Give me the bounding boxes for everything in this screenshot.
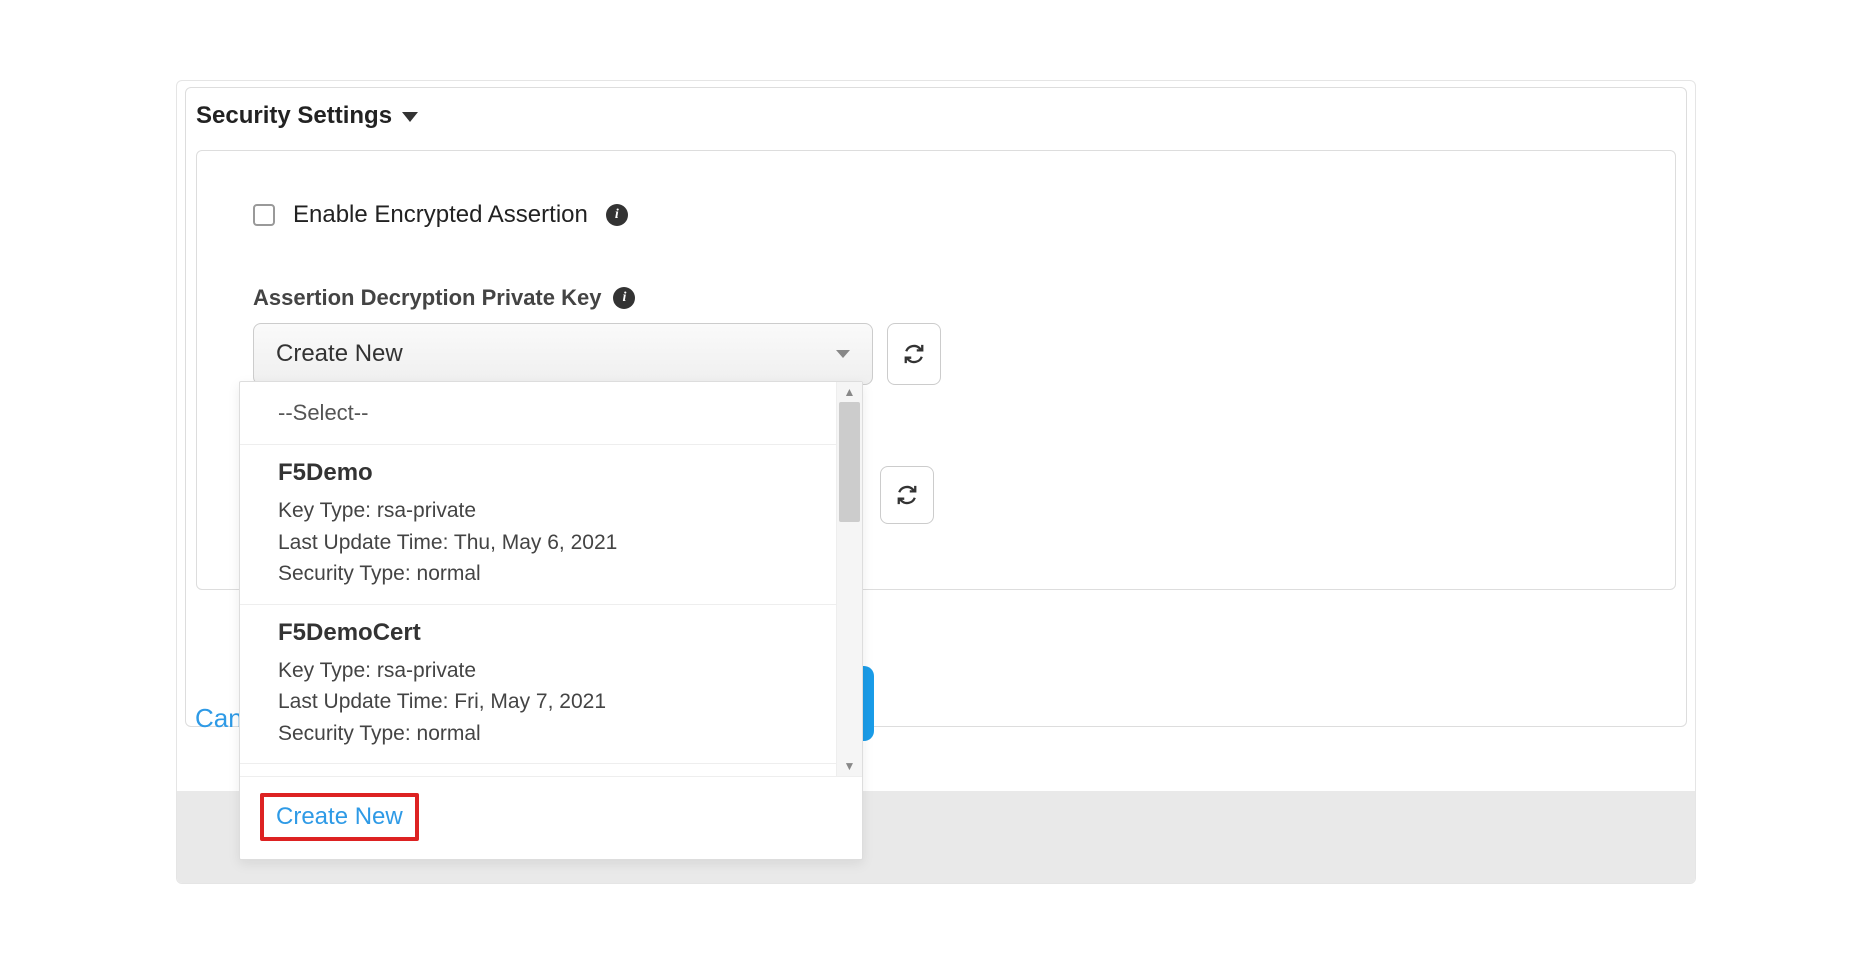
option-last-update-label: Last Update Time: — [278, 690, 448, 713]
option-last-update-value: Thu, May 6, 2021 — [454, 531, 617, 554]
scroll-thumb[interactable] — [839, 402, 860, 522]
dropdown-scrollbar[interactable]: ▲ ▼ — [836, 382, 862, 776]
scroll-up-icon[interactable]: ▲ — [837, 382, 862, 402]
option-security-type-label: Security Type: — [278, 562, 411, 585]
refresh-icon — [896, 484, 918, 506]
option-name: F5Demo — [278, 459, 824, 487]
private-key-select[interactable]: Create New — [253, 323, 873, 385]
create-new-link[interactable]: Create New — [260, 793, 419, 841]
enable-encrypted-assertion-label: Enable Encrypted Assertion — [293, 201, 588, 229]
dropdown-footer: Create New — [240, 776, 862, 859]
option-key-type-value: rsa-private — [377, 659, 476, 682]
private-key-label-text: Assertion Decryption Private Key — [253, 285, 601, 311]
caret-down-icon — [402, 112, 418, 122]
security-settings-header[interactable]: Security Settings — [196, 102, 1676, 130]
section-title-text: Security Settings — [196, 102, 392, 130]
option-key-type-label: Key Type: — [278, 659, 371, 682]
option-name: F5DemoCert — [278, 619, 824, 647]
private-key-selected-value: Create New — [276, 340, 403, 368]
info-icon[interactable]: i — [613, 287, 635, 309]
assertion-decryption-private-key-label: Assertion Decryption Private Key i — [253, 285, 1619, 311]
dropdown-option-f5demo[interactable]: F5Demo Key Type: rsa-private Last Update… — [240, 445, 862, 605]
refresh-button[interactable] — [880, 466, 934, 524]
option-security-type-value: normal — [417, 562, 481, 585]
enable-encrypted-assertion-checkbox[interactable] — [253, 204, 275, 226]
refresh-button[interactable] — [887, 323, 941, 385]
dropdown-option-truncated[interactable] — [240, 764, 862, 776]
dropdown-option-f5democert[interactable]: F5DemoCert Key Type: rsa-private Last Up… — [240, 605, 862, 765]
refresh-icon — [903, 343, 925, 365]
option-security-type-label: Security Type: — [278, 722, 411, 745]
option-security-type-value: normal — [417, 722, 481, 745]
chevron-down-icon — [836, 350, 850, 358]
info-icon[interactable]: i — [606, 204, 628, 226]
option-key-type-value: rsa-private — [377, 499, 476, 522]
cancel-button[interactable]: Can — [195, 703, 243, 734]
private-key-dropdown: ▲ ▼ --Select-- F5Demo Key Type: rsa-priv… — [239, 381, 863, 860]
option-last-update-value: Fri, May 7, 2021 — [454, 690, 606, 713]
option-key-type-label: Key Type: — [278, 499, 371, 522]
dropdown-placeholder-text: --Select-- — [278, 400, 368, 425]
scroll-down-icon[interactable]: ▼ — [837, 756, 862, 776]
dropdown-placeholder-option[interactable]: --Select-- — [240, 382, 862, 445]
option-last-update-label: Last Update Time: — [278, 531, 448, 554]
